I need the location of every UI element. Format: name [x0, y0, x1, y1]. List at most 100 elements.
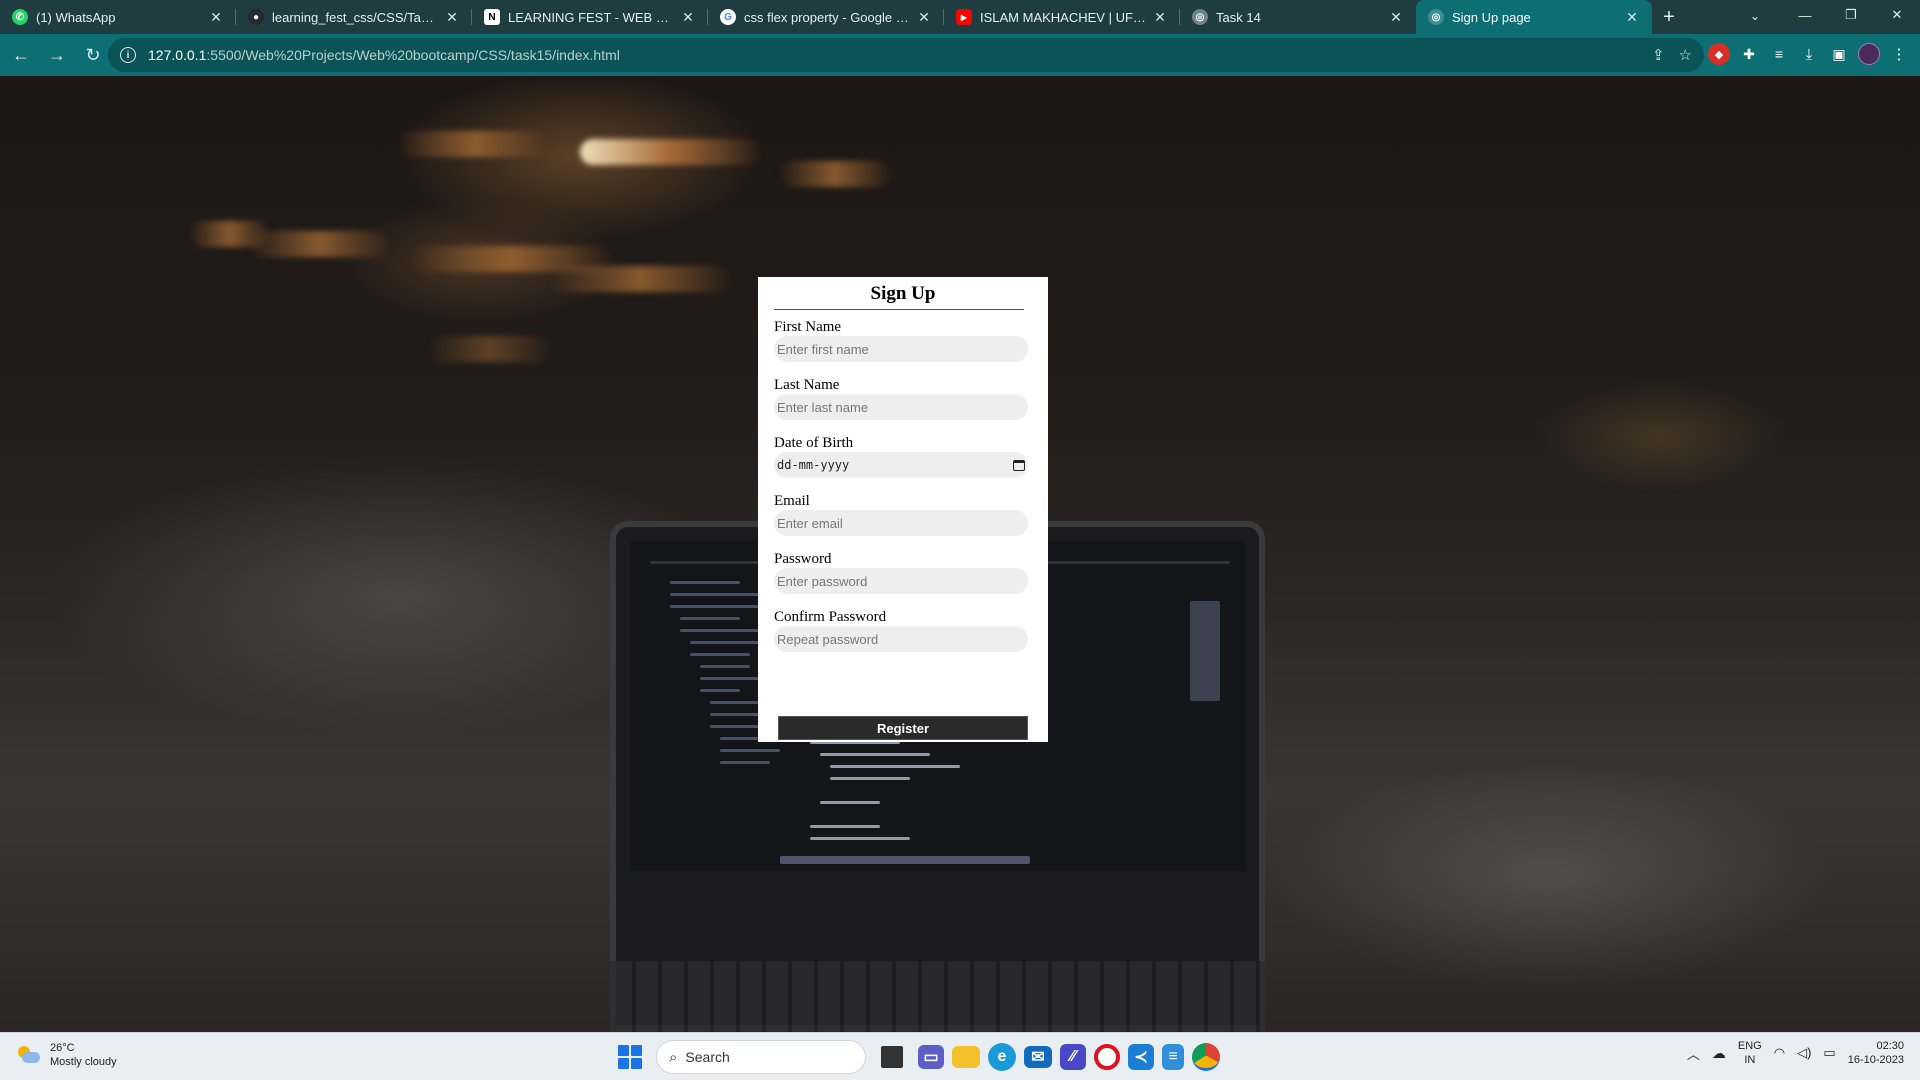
menu-kebab-icon[interactable]: ⋮: [1888, 43, 1910, 65]
tab-task14[interactable]: ◎ Task 14 ✕: [1180, 0, 1416, 34]
wifi-icon[interactable]: ◠: [1774, 1045, 1785, 1061]
first-name-field: First Name: [774, 318, 1032, 362]
chrome-icon[interactable]: [1192, 1043, 1220, 1071]
close-window-button[interactable]: ✕: [1874, 0, 1920, 30]
weather-widget[interactable]: 26°C Mostly cloudy: [16, 1041, 117, 1069]
show-hidden-icons-chevron-icon[interactable]: ︿: [1687, 1044, 1700, 1063]
tab-title: (1) WhatsApp: [36, 9, 116, 25]
notion-icon: N: [484, 9, 500, 25]
date-placeholder: dd-mm-yyyy: [777, 458, 850, 472]
title-divider: [774, 309, 1024, 310]
windows-taskbar: 26°C Mostly cloudy ⌕ Search ▭ e ✉ ∕∕ ≺ ≡…: [0, 1032, 1920, 1080]
register-button[interactable]: Register: [778, 716, 1028, 740]
teams-chat-icon[interactable]: ▭: [918, 1045, 944, 1069]
close-tab-icon[interactable]: ✕: [1152, 9, 1168, 26]
globe-icon: ◎: [1192, 9, 1208, 25]
restore-button[interactable]: ❐: [1828, 0, 1874, 30]
email-input[interactable]: [774, 510, 1028, 536]
language-code: ENG: [1737, 1040, 1762, 1052]
date-of-birth-input[interactable]: dd-mm-yyyy: [774, 452, 1028, 478]
close-tab-icon[interactable]: ✕: [680, 9, 696, 26]
start-button[interactable]: [612, 1039, 648, 1075]
file-explorer-icon[interactable]: [881, 1046, 903, 1068]
confirm-password-field: Confirm Password: [774, 608, 1032, 652]
mail-icon[interactable]: ✉: [1024, 1046, 1052, 1068]
whatsapp-icon: ✆: [12, 9, 28, 25]
confirm-password-label: Confirm Password: [774, 609, 887, 625]
email-label: Email: [774, 493, 810, 509]
password-label: Password: [774, 551, 832, 567]
tab-youtube[interactable]: ▶ ISLAM MAKHACHEV | UFC 294 ✕: [944, 0, 1180, 34]
region-code: IN: [1744, 1054, 1756, 1066]
partly-cloudy-icon: [16, 1044, 42, 1066]
search-icon: ⌕: [669, 1048, 678, 1066]
download-icon[interactable]: ⤓: [1798, 43, 1820, 65]
tab-notion[interactable]: N LEARNING FEST - WEB DEVELO ✕: [472, 0, 708, 34]
clock[interactable]: 02:30 16-10-2023: [1848, 1039, 1904, 1067]
close-tab-icon[interactable]: ✕: [916, 9, 932, 26]
taskbar-apps: ⌕ Search ▭ e ✉ ∕∕ ≺ ≡: [612, 1039, 1220, 1075]
back-button[interactable]: ←: [6, 40, 36, 70]
visual-studio-icon[interactable]: ∕∕: [1060, 1044, 1086, 1070]
address-bar[interactable]: i 127.0.0.1:5500/Web%20Projects/Web%20bo…: [108, 38, 1704, 72]
last-name-label: Last Name: [774, 377, 840, 393]
weather-text: 26°C Mostly cloudy: [50, 1041, 117, 1069]
reload-button[interactable]: ↻: [78, 40, 108, 70]
extension-shield-icon[interactable]: ◆: [1708, 43, 1730, 65]
tab-title: css flex property - Google Searc: [744, 9, 910, 25]
bookmark-star-icon[interactable]: ☆: [1679, 46, 1692, 64]
last-name-input[interactable]: [774, 394, 1028, 420]
system-tray: ︿ ☁ ENG IN ◠ ◁) ▭ 02:30 16-10-2023: [1687, 1039, 1904, 1067]
notepad-icon[interactable]: ≡: [1162, 1044, 1184, 1070]
site-info-icon[interactable]: i: [120, 47, 136, 63]
weather-description: Mostly cloudy: [50, 1056, 117, 1068]
window-controls: — ❐ ✕: [1782, 0, 1920, 30]
close-tab-icon[interactable]: ✕: [444, 9, 460, 26]
close-tab-icon[interactable]: ✕: [1624, 9, 1640, 26]
onedrive-cloud-icon[interactable]: ☁: [1712, 1045, 1726, 1062]
close-tab-icon[interactable]: ✕: [208, 9, 224, 26]
side-panel-icon[interactable]: ▣: [1828, 43, 1850, 65]
tab-github[interactable]: ● learning_fest_css/CSS/Task15 at ✕: [236, 0, 472, 34]
edge-icon[interactable]: e: [988, 1043, 1016, 1071]
language-indicator[interactable]: ENG IN: [1738, 1039, 1762, 1067]
new-tab-button[interactable]: +: [1652, 0, 1686, 34]
password-field: Password: [774, 550, 1032, 594]
taskbar-search[interactable]: ⌕ Search: [656, 1040, 866, 1074]
password-input[interactable]: [774, 568, 1028, 594]
forward-button[interactable]: →: [42, 40, 72, 70]
calendar-icon[interactable]: [1013, 459, 1025, 471]
first-name-label: First Name: [774, 319, 842, 335]
clock-date: 16-10-2023: [1847, 1054, 1904, 1066]
tab-title: Sign Up page: [1452, 9, 1531, 25]
first-name-input[interactable]: [774, 336, 1028, 362]
share-icon[interactable]: ⇪: [1652, 46, 1665, 64]
last-name-field: Last Name: [774, 376, 1032, 420]
tab-whatsapp[interactable]: ✆ (1) WhatsApp ✕: [0, 0, 236, 34]
confirm-password-input[interactable]: [774, 626, 1028, 652]
github-icon: ●: [248, 9, 264, 25]
volume-icon[interactable]: ◁): [1797, 1045, 1811, 1061]
extensions-puzzle-icon[interactable]: ✚: [1738, 43, 1760, 65]
url-path: :5500/Web%20Projects/Web%20bootcamp/CSS/…: [206, 47, 620, 63]
battery-icon[interactable]: ▭: [1823, 1045, 1835, 1061]
profile-avatar[interactable]: [1858, 43, 1880, 65]
weather-temperature: 26°C: [50, 1042, 75, 1054]
folder-icon[interactable]: [952, 1046, 980, 1068]
tab-search-chevron-icon[interactable]: ⌄: [1740, 4, 1770, 28]
date-of-birth-field: Date of Birth dd-mm-yyyy: [774, 434, 1032, 478]
clock-time: 02:30: [1876, 1040, 1904, 1052]
tab-title: learning_fest_css/CSS/Task15 at: [272, 9, 438, 25]
media-control-icon[interactable]: ≡: [1768, 43, 1790, 65]
tab-title: LEARNING FEST - WEB DEVELO: [508, 9, 674, 25]
background-light-bars: [130, 121, 890, 421]
tab-google-search[interactable]: G css flex property - Google Searc ✕: [708, 0, 944, 34]
vscode-icon[interactable]: ≺: [1128, 1044, 1154, 1070]
tab-sign-up-page[interactable]: ◎ Sign Up page ✕: [1416, 0, 1652, 34]
date-of-birth-label: Date of Birth: [774, 435, 854, 451]
signup-form: Sign Up First Name Last Name Date of Bir…: [758, 277, 1048, 742]
close-tab-icon[interactable]: ✕: [1388, 9, 1404, 26]
opera-icon[interactable]: [1094, 1044, 1120, 1070]
minimize-button[interactable]: —: [1782, 0, 1828, 30]
url-host: 127.0.0.1: [148, 47, 207, 63]
